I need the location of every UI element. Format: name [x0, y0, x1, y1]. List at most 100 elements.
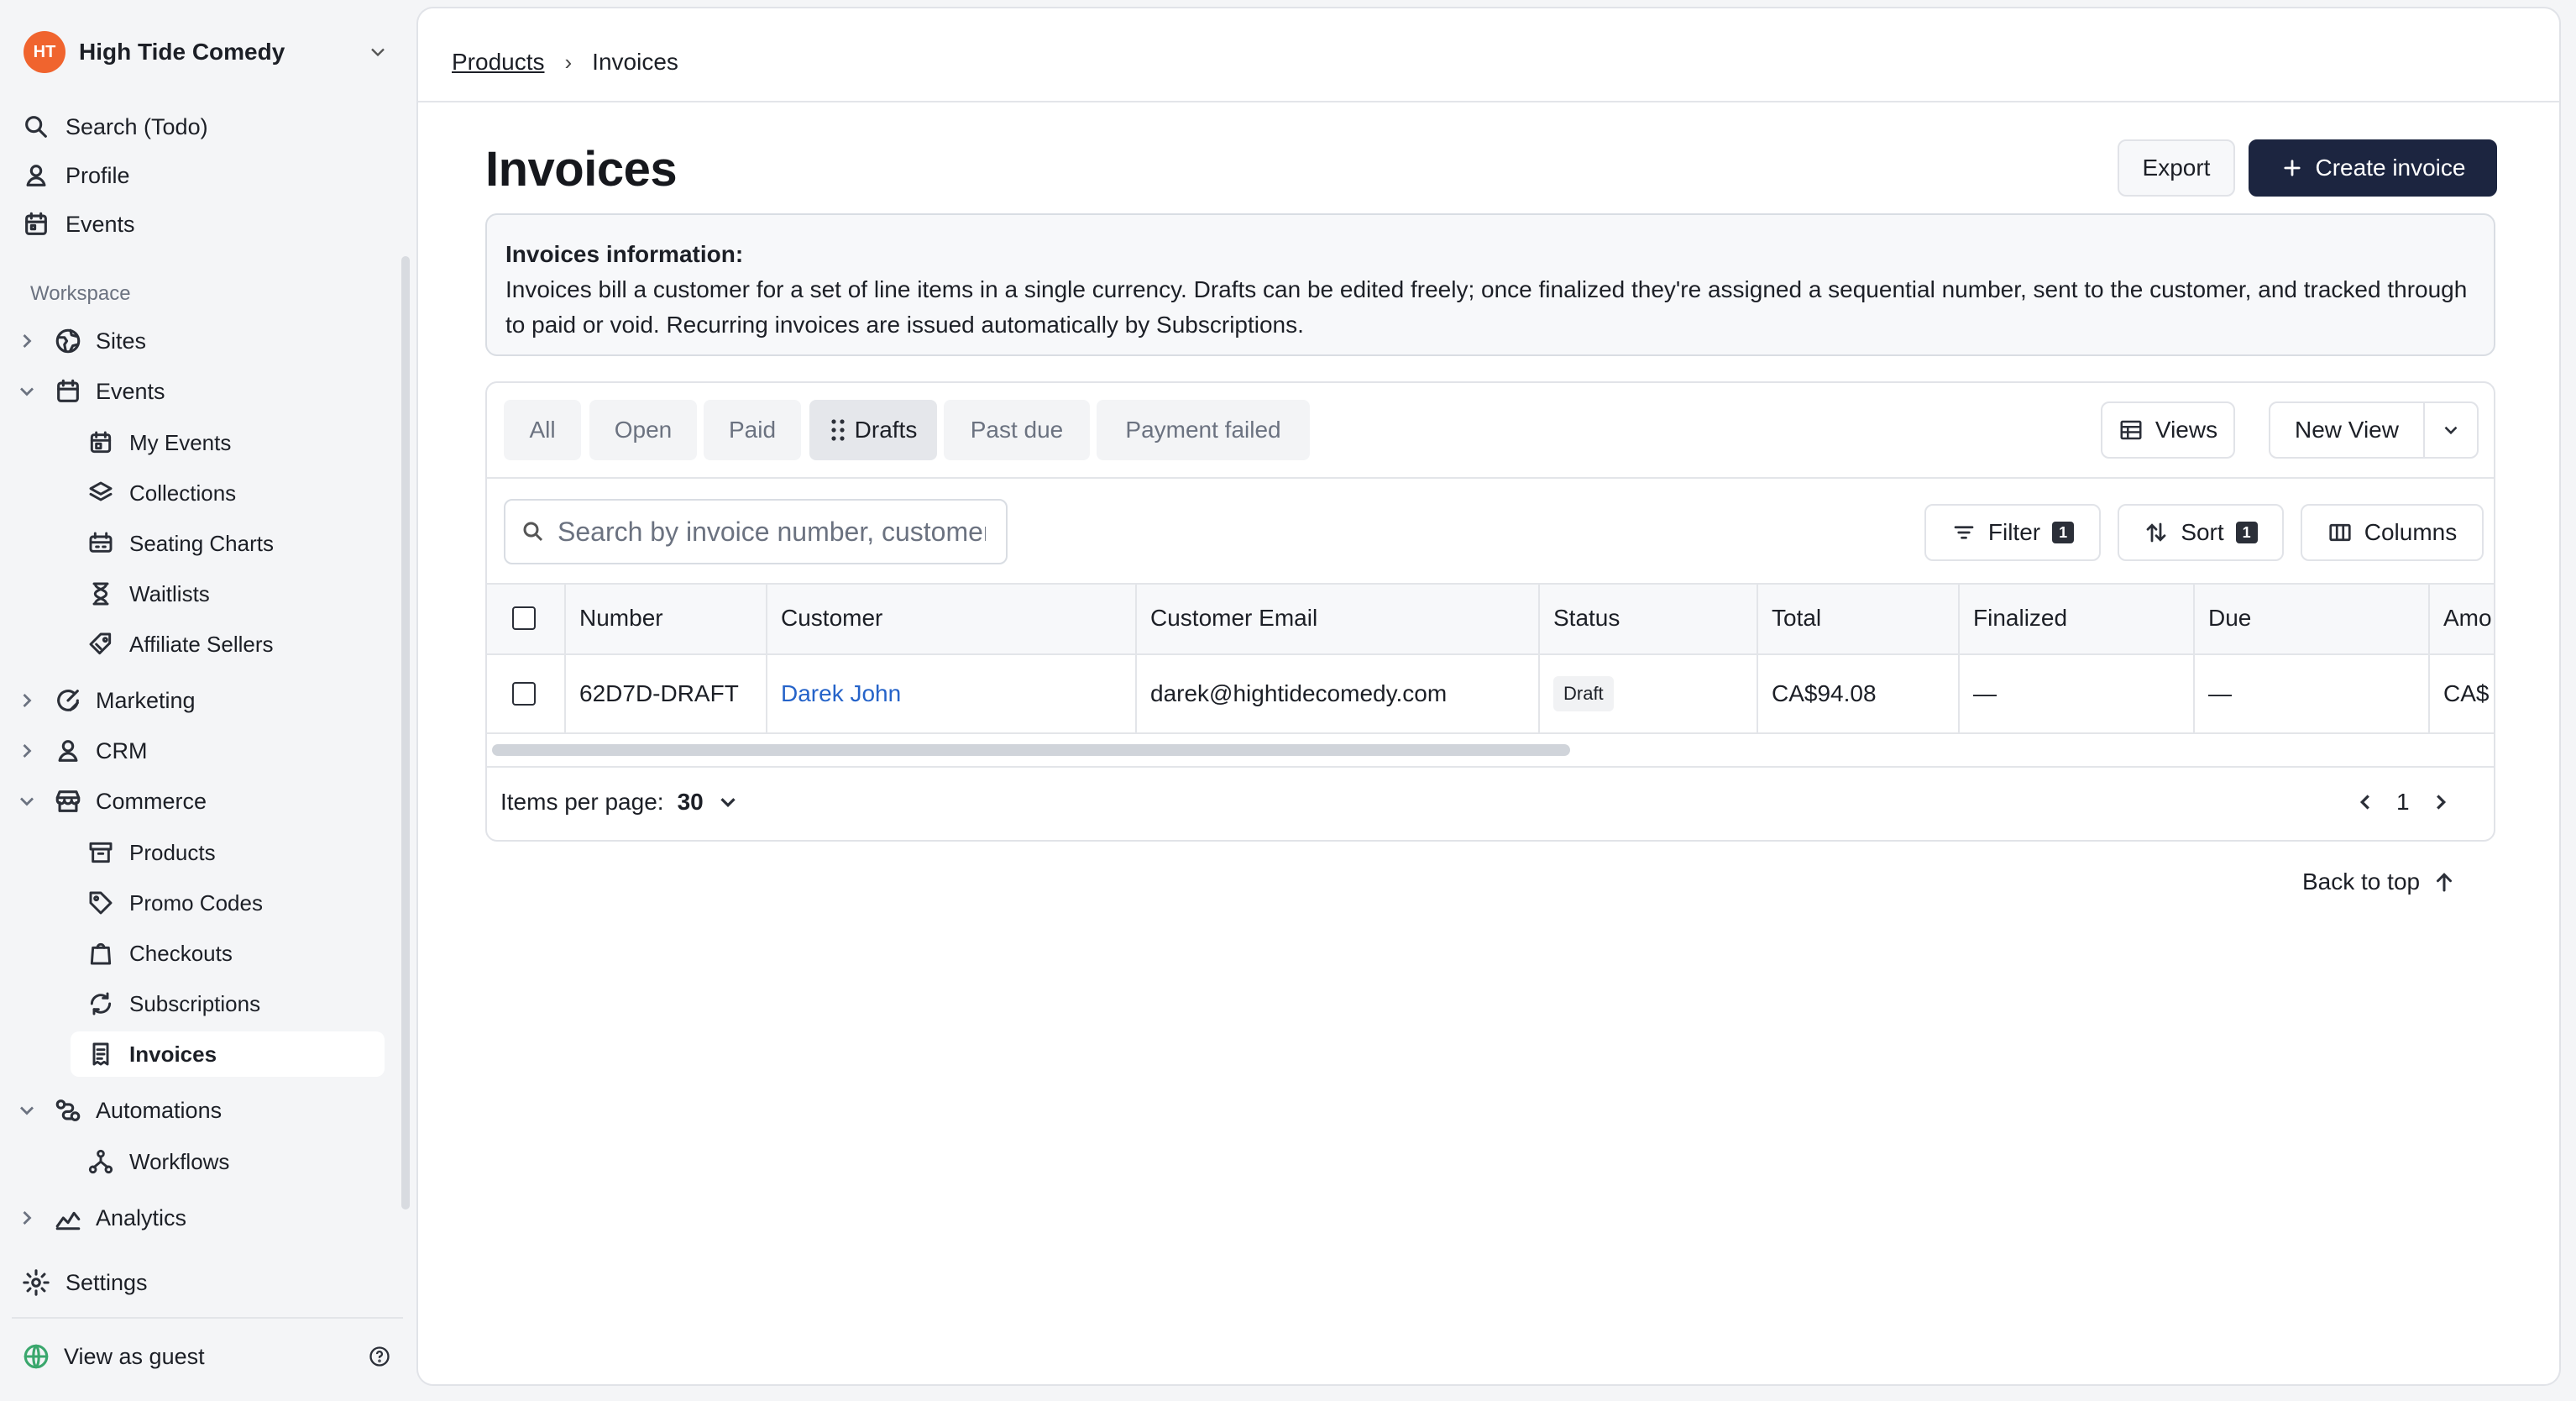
- filter-button[interactable]: Filter 1: [1924, 504, 2101, 561]
- nav-settings[interactable]: Settings: [22, 1263, 148, 1302]
- tags-icon: [89, 632, 112, 655]
- sidebar-item-workflows[interactable]: Workflows: [71, 1139, 229, 1184]
- chevron-right-icon[interactable]: [2428, 790, 2453, 815]
- sidebar-item-commerce[interactable]: Commerce: [15, 781, 207, 821]
- row-checkbox[interactable]: [512, 682, 536, 706]
- globe-icon: [24, 1344, 49, 1369]
- info-body: Invoices bill a customer for a set of li…: [505, 276, 2468, 338]
- sidebar-item-affiliate-sellers[interactable]: Affiliate Sellers: [71, 622, 274, 667]
- hourglass-icon: [92, 582, 109, 606]
- export-button[interactable]: Export: [2118, 139, 2235, 197]
- help-icon[interactable]: [368, 1345, 391, 1368]
- columns-button[interactable]: Columns: [2301, 504, 2484, 561]
- sidebar-item-automations[interactable]: Automations: [15, 1090, 222, 1131]
- org-switcher[interactable]: HT High Tide Comedy: [24, 30, 390, 74]
- sidebar-item-subscriptions[interactable]: Subscriptions: [71, 981, 260, 1026]
- tag-icon: [89, 891, 113, 915]
- store-icon: [55, 790, 81, 812]
- col-divider: [2428, 583, 2430, 734]
- sidebar: HT High Tide Comedy Search (Todo) Profil…: [0, 0, 416, 1401]
- chevron-down-icon: [720, 798, 736, 808]
- table-icon: [2120, 420, 2142, 440]
- view-as-guest-label: View as guest: [64, 1343, 205, 1369]
- layers-icon: [89, 481, 113, 501]
- items-per-page-select[interactable]: 30: [678, 789, 741, 816]
- back-to-top-link[interactable]: Back to top: [2302, 858, 2457, 905]
- cell-customer-link[interactable]: Darek John: [781, 655, 901, 732]
- sidebar-item-events[interactable]: Events: [15, 371, 165, 412]
- tab-drafts[interactable]: Drafts: [809, 400, 937, 460]
- sidebar-item-products[interactable]: Products: [71, 830, 216, 875]
- breadcrumb-current: Invoices: [592, 49, 678, 75]
- col-header-status[interactable]: Status: [1553, 583, 1620, 653]
- sidebar-item-invoices[interactable]: Invoices: [71, 1031, 385, 1077]
- search-input[interactable]: [558, 516, 986, 548]
- columns-icon: [2329, 523, 2351, 542]
- sidebar-scrollbar[interactable]: [401, 256, 410, 1209]
- chevron-down-icon: [2444, 426, 2458, 435]
- sidebar-item-waitlists[interactable]: Waitlists: [71, 571, 210, 617]
- workspace-label: Workspace: [30, 282, 131, 305]
- sort-button[interactable]: Sort 1: [2118, 504, 2284, 561]
- sidebar-item-promo-codes[interactable]: Promo Codes: [71, 880, 263, 926]
- view-as-guest[interactable]: View as guest: [22, 1337, 391, 1376]
- sidebar-item-collections[interactable]: Collections: [71, 470, 236, 516]
- receipt-icon: [92, 1042, 109, 1066]
- col-divider: [1958, 583, 1960, 734]
- nav-profile-label: Profile: [65, 162, 130, 188]
- col-header-customer[interactable]: Customer: [781, 583, 882, 653]
- new-view-dropdown[interactable]: [2423, 401, 2479, 459]
- nav-events[interactable]: Events: [22, 205, 135, 244]
- col-header-amount[interactable]: Amo: [2443, 583, 2494, 653]
- calendar-icon: [57, 379, 79, 402]
- tab-drafts-label: Drafts: [854, 417, 918, 443]
- nav-search[interactable]: Search (Todo): [22, 108, 208, 146]
- col-divider: [2193, 583, 2195, 734]
- filter-label: Filter: [1987, 519, 2041, 545]
- back-to-top-label: Back to top: [2302, 868, 2421, 895]
- nav-profile[interactable]: Profile: [22, 156, 130, 195]
- columns-label: Columns: [2364, 519, 2458, 545]
- col-header-customer-email[interactable]: Customer Email: [1150, 583, 1317, 653]
- header-divider: [418, 101, 2559, 102]
- archive-icon: [89, 842, 113, 863]
- sidebar-item-sites[interactable]: Sites: [15, 321, 146, 361]
- col-header-finalized[interactable]: Finalized: [1973, 583, 2067, 653]
- sidebar-item-seating-charts[interactable]: Seating Charts: [71, 521, 274, 566]
- breadcrumb-products-link[interactable]: Products: [452, 49, 545, 76]
- sort-label: Sort: [2181, 519, 2224, 545]
- table-horizontal-scrollbar[interactable]: [492, 744, 1570, 756]
- sidebar-item-label: Seating Charts: [129, 530, 274, 556]
- sidebar-item-checkouts[interactable]: Checkouts: [71, 931, 233, 976]
- page-title: Invoices: [485, 142, 678, 197]
- chevron-left-icon[interactable]: [2353, 790, 2378, 815]
- views-button[interactable]: Views: [2101, 401, 2235, 459]
- page-number[interactable]: 1: [2396, 789, 2410, 816]
- tab-paid[interactable]: Paid: [704, 400, 801, 460]
- sidebar-item-analytics[interactable]: Analytics: [15, 1198, 186, 1238]
- create-invoice-button[interactable]: Create invoice: [2249, 139, 2497, 197]
- col-header-due[interactable]: Due: [2208, 583, 2251, 653]
- search-field[interactable]: [504, 499, 1008, 564]
- chevron-down-icon: [20, 1106, 34, 1115]
- tab-open[interactable]: Open: [589, 400, 697, 460]
- tab-all[interactable]: All: [504, 400, 581, 460]
- col-header-number[interactable]: Number: [579, 583, 663, 653]
- sidebar-item-label: Marketing: [96, 687, 196, 713]
- select-all-checkbox[interactable]: [512, 606, 536, 630]
- col-header-total[interactable]: Total: [1772, 583, 1821, 653]
- org-logo: HT: [24, 31, 65, 73]
- new-view-button[interactable]: New View: [2269, 401, 2425, 459]
- sidebar-item-my-events[interactable]: My Events: [71, 420, 231, 465]
- sidebar-item-crm[interactable]: CRM: [15, 731, 148, 771]
- sidebar-item-label: Waitlists: [129, 580, 210, 606]
- sidebar-item-label: Workflows: [129, 1148, 230, 1174]
- chevron-right-icon: [23, 1211, 32, 1225]
- sidebar-item-marketing[interactable]: Marketing: [15, 680, 196, 721]
- tab-payment-failed[interactable]: Payment failed: [1097, 400, 1310, 460]
- cell-email: darek@hightidecomedy.com: [1150, 680, 1448, 706]
- seat-icon: [89, 532, 113, 553]
- items-per-page-value: 30: [677, 789, 704, 815]
- cell-total: CA$94.08: [1772, 680, 1877, 706]
- tab-past-due[interactable]: Past due: [944, 400, 1090, 460]
